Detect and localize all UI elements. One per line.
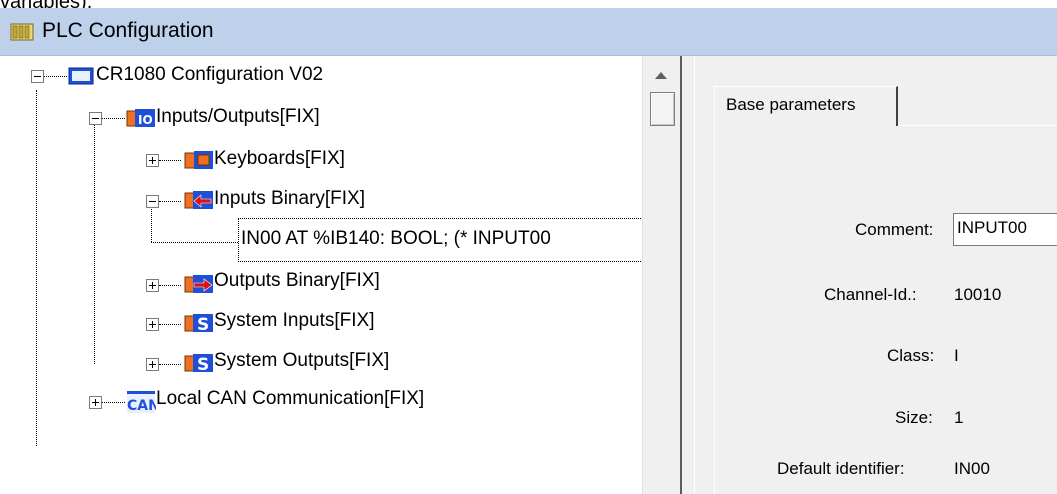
default-identifier-value: IN00 xyxy=(954,459,990,478)
tree-item-root[interactable]: CR1080 Configuration V02 xyxy=(96,64,323,86)
configuration-tree[interactable]: CR1080 Configuration V02 IO Inputs/Outpu… xyxy=(0,56,643,494)
size-value: 1 xyxy=(954,408,964,427)
tree-connector xyxy=(102,402,125,403)
tree-item-system-outputs[interactable]: System Outputs[FIX] xyxy=(214,350,389,372)
tree-connector xyxy=(151,242,238,243)
collapse-toggle-inputs-binary[interactable] xyxy=(146,195,159,208)
pane-splitter[interactable] xyxy=(680,56,694,494)
expand-toggle-system-outputs[interactable] xyxy=(146,358,159,371)
scroll-thumb[interactable] xyxy=(650,92,675,126)
binary-output-icon xyxy=(184,275,213,293)
tree-item-system-inputs[interactable]: System Inputs[FIX] xyxy=(214,310,375,332)
system-module-icon: S xyxy=(184,314,213,333)
channel-id-label: Channel-Id.: xyxy=(824,285,917,304)
io-module-icon: IO xyxy=(126,109,155,127)
channel-id-value: 10010 xyxy=(954,285,1002,304)
comment-field[interactable]: INPUT00 xyxy=(953,213,1057,246)
tree-connector xyxy=(36,90,37,446)
collapse-toggle-root[interactable] xyxy=(31,70,44,83)
tree-connector xyxy=(159,160,181,161)
scroll-up-arrow-icon[interactable] xyxy=(655,72,667,79)
tree-vertical-scrollbar[interactable] xyxy=(642,56,681,494)
collapse-toggle-inputs-outputs[interactable] xyxy=(89,112,102,125)
binary-input-icon xyxy=(184,191,213,209)
tab-label: Base parameters xyxy=(726,95,856,114)
tree-item-inputs-binary[interactable]: Inputs Binary[FIX] xyxy=(214,188,365,210)
expand-toggle-system-inputs[interactable] xyxy=(146,318,159,331)
tab-strip-line xyxy=(898,125,1057,126)
tab-body-edge xyxy=(714,126,715,494)
default-identifier-label: Default identifier: xyxy=(777,459,905,478)
properties-panel: Base parameters Comment: INPUT00 Channel… xyxy=(694,56,1057,494)
class-label: Class: xyxy=(887,346,935,365)
svg-text:S: S xyxy=(197,315,209,333)
class-value: I xyxy=(954,346,959,365)
tree-connector xyxy=(44,76,67,77)
controller-icon xyxy=(68,67,94,85)
system-module-icon: S xyxy=(184,354,213,373)
window-titlebar: PLC Configuration xyxy=(0,8,1057,56)
tree-connector xyxy=(102,118,125,119)
expand-toggle-keyboards[interactable] xyxy=(146,154,159,167)
svg-text:CAN: CAN xyxy=(127,398,156,414)
svg-text:S: S xyxy=(197,355,209,373)
expand-toggle-outputs-binary[interactable] xyxy=(146,279,159,292)
expand-toggle-local-can[interactable] xyxy=(89,396,102,409)
tree-connector xyxy=(94,118,95,364)
size-label: Size: xyxy=(895,408,933,427)
comment-label: Comment: xyxy=(855,220,934,239)
tree-item-in00-channel[interactable]: IN00 AT %IB140: BOOL; (* INPUT00 xyxy=(241,228,551,250)
tree-item-outputs-binary[interactable]: Outputs Binary[FIX] xyxy=(214,270,380,292)
svg-text:IO: IO xyxy=(138,113,153,127)
tree-connector xyxy=(159,201,181,202)
tree-connector xyxy=(159,324,181,325)
tree-item-inputs-outputs[interactable]: Inputs/Outputs[FIX] xyxy=(156,106,320,128)
tree-connector xyxy=(159,285,181,286)
tree-item-local-can-communication[interactable]: Local CAN Communication[FIX] xyxy=(156,388,424,410)
tree-item-keyboards[interactable]: Keyboards[FIX] xyxy=(214,148,345,170)
keyboard-module-icon xyxy=(184,151,213,169)
can-bus-icon: CAN xyxy=(127,391,156,414)
window-title: PLC Configuration xyxy=(42,19,214,42)
tree-connector xyxy=(159,364,181,365)
tab-base-parameters[interactable]: Base parameters xyxy=(714,86,898,126)
plc-configuration-icon xyxy=(10,23,34,41)
